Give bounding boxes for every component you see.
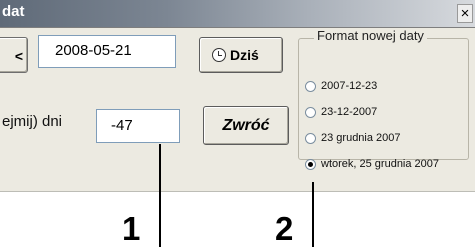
format-option-label: 23-12-2007 bbox=[321, 106, 378, 118]
radio-button-selected[interactable] bbox=[305, 159, 316, 170]
partial-button[interactable]: < bbox=[0, 37, 28, 73]
today-button[interactable]: Dziś bbox=[199, 37, 283, 73]
window-title: dat bbox=[2, 3, 25, 20]
close-button[interactable]: × bbox=[457, 4, 473, 23]
radio-button[interactable] bbox=[305, 81, 316, 92]
callout-line-1 bbox=[159, 144, 161, 247]
today-button-label: Dziś bbox=[230, 47, 259, 63]
callout-line-2 bbox=[312, 182, 314, 247]
radio-button[interactable] bbox=[305, 133, 316, 144]
return-button[interactable]: Zwróć bbox=[203, 106, 289, 145]
callout-number-1: 1 bbox=[122, 210, 141, 247]
days-label: ejmij) dni bbox=[2, 113, 63, 130]
format-group-title: Format nowej daty bbox=[314, 28, 427, 43]
clock-icon bbox=[212, 48, 226, 62]
format-option-label: 23 grudnia 2007 bbox=[321, 132, 401, 144]
callout-number-2: 2 bbox=[275, 210, 294, 247]
format-option-label: wtorek, 25 grudnia 2007 bbox=[321, 158, 440, 170]
format-option-label: 2007-12-23 bbox=[321, 80, 378, 92]
days-input[interactable]: -47 bbox=[96, 109, 180, 143]
date-input[interactable]: 2008-05-21 bbox=[38, 35, 176, 68]
radio-button[interactable] bbox=[305, 107, 316, 118]
title-bar: dat × bbox=[0, 0, 475, 28]
